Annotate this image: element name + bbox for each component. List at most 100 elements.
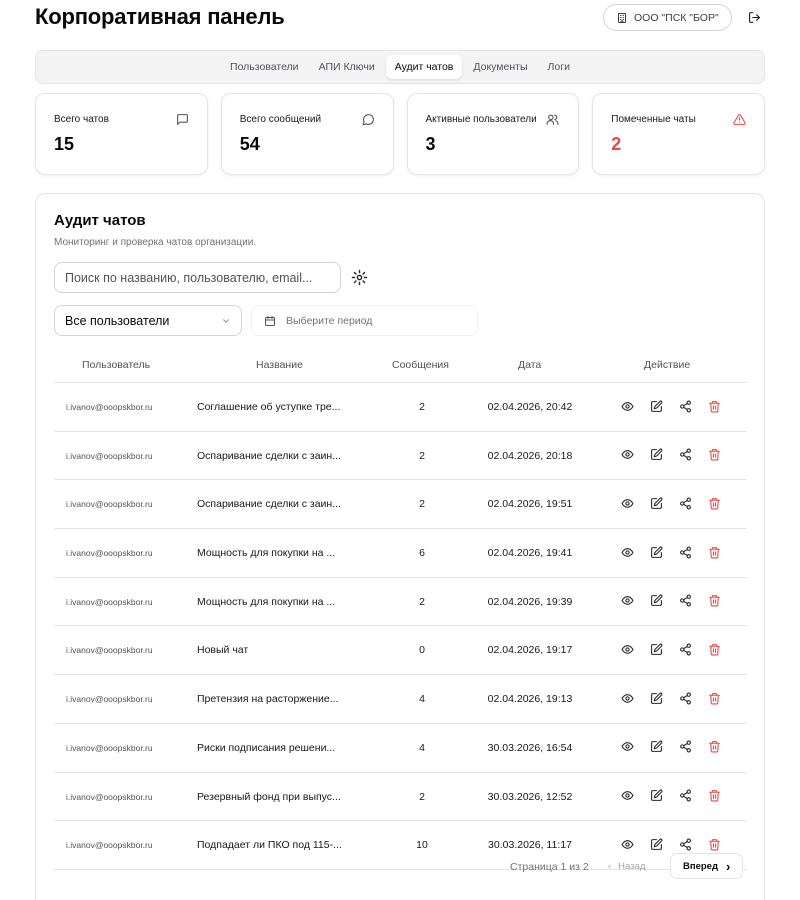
table-row[interactable]: i.ivanov@ooopskbor.ru Риски подписания р… xyxy=(54,724,747,773)
edit-button[interactable] xyxy=(647,787,665,805)
view-button[interactable] xyxy=(618,543,636,561)
delete-button[interactable] xyxy=(705,494,723,512)
table-row[interactable]: i.ivanov@ooopskbor.ru Соглашение об усту… xyxy=(54,383,747,432)
table-row[interactable]: i.ivanov@ooopskbor.ru Новый чат 0 02.04.… xyxy=(54,626,747,676)
row-date: 30.03.2026, 11:17 xyxy=(488,839,572,852)
view-button[interactable] xyxy=(618,592,636,610)
share-icon xyxy=(679,643,691,656)
share-icon xyxy=(679,400,691,412)
eye-icon xyxy=(620,693,634,703)
search-input[interactable] xyxy=(54,262,341,293)
view-button[interactable] xyxy=(618,787,636,805)
edit-button[interactable] xyxy=(647,543,665,561)
eye-icon xyxy=(620,547,634,557)
table-row[interactable]: i.ivanov@ooopskbor.ru Оспаривание сделки… xyxy=(54,432,747,481)
row-chat-name[interactable]: Мощность для покупки на ... xyxy=(197,596,335,608)
row-chat-name[interactable]: Риски подписания решени... xyxy=(197,742,335,754)
next-page-button[interactable]: Вперед › xyxy=(670,853,744,879)
row-chat-name[interactable]: Оспаривание сделки с заин... xyxy=(197,498,341,510)
period-picker[interactable]: Выберите период xyxy=(251,305,478,336)
page-title: Корпоративная панель xyxy=(35,4,285,29)
view-button[interactable] xyxy=(618,640,636,658)
table-row[interactable]: i.ivanov@ooopskbor.ru Претензия на расто… xyxy=(54,675,747,724)
edit-button[interactable] xyxy=(647,835,665,853)
table-row[interactable]: i.ivanov@ooopskbor.ru Мощность для покуп… xyxy=(54,578,747,627)
row-user-email: i.ivanov@ooopskbor.ru xyxy=(66,645,153,656)
column-header-date[interactable]: Дата xyxy=(518,359,541,371)
column-header-user[interactable]: Пользователь xyxy=(82,359,150,371)
edit-button[interactable] xyxy=(647,446,665,464)
chevron-right-icon: › xyxy=(726,858,731,874)
tab-users[interactable]: Пользователи xyxy=(221,55,308,79)
row-message-count: 0 xyxy=(419,644,425,657)
delete-button[interactable] xyxy=(705,592,723,610)
share-icon xyxy=(679,838,691,851)
table-row[interactable]: i.ivanov@ooopskbor.ru Оспаривание сделки… xyxy=(54,480,747,530)
user-filter-select[interactable]: Все пользователи xyxy=(54,305,242,336)
edit-button[interactable] xyxy=(647,738,665,756)
chat-bubble-icon xyxy=(362,114,374,126)
edit-icon xyxy=(650,594,662,607)
table-row[interactable]: i.ivanov@ooopskbor.ru Резервный фонд при… xyxy=(54,773,747,822)
delete-button[interactable] xyxy=(705,446,723,464)
share-button[interactable] xyxy=(676,787,694,805)
org-badge[interactable]: ООО "ПСК "БОР" xyxy=(603,4,732,31)
share-button[interactable] xyxy=(676,689,694,707)
row-date: 02.04.2026, 20:18 xyxy=(487,449,573,462)
edit-button[interactable] xyxy=(647,640,665,658)
row-user-email: i.ivanov@ooopskbor.ru xyxy=(66,694,153,705)
share-button[interactable] xyxy=(676,640,694,658)
share-button[interactable] xyxy=(676,494,694,512)
row-chat-name[interactable]: Оспаривание сделки с заин... xyxy=(197,450,341,462)
view-button[interactable] xyxy=(618,494,636,512)
tab-logs[interactable]: Логи xyxy=(539,55,579,79)
delete-button[interactable] xyxy=(705,543,723,561)
row-chat-name[interactable]: Резервный фонд при выпус... xyxy=(197,791,341,803)
view-button[interactable] xyxy=(618,738,636,756)
table-row[interactable]: i.ivanov@ooopskbor.ru Мощность для покуп… xyxy=(54,529,747,578)
header: Корпоративная панель ООО "ПСК "БОР" xyxy=(35,0,765,36)
tab-documents[interactable]: Документы xyxy=(464,55,536,79)
edit-button[interactable] xyxy=(647,592,665,610)
delete-button[interactable] xyxy=(705,738,723,756)
tab-api-keys[interactable]: АПИ Ключи xyxy=(310,55,384,79)
row-message-count: 2 xyxy=(419,498,425,511)
column-header-name[interactable]: Название xyxy=(256,359,303,371)
view-button[interactable] xyxy=(618,397,636,415)
share-button[interactable] xyxy=(676,446,694,464)
share-button[interactable] xyxy=(676,397,694,415)
delete-button[interactable] xyxy=(705,640,723,658)
share-button[interactable] xyxy=(676,592,694,610)
chat-audit-card: Аудит чатов Мониторинг и проверка чатов … xyxy=(35,193,765,900)
share-button[interactable] xyxy=(676,738,694,756)
delete-button[interactable] xyxy=(705,689,723,707)
eye-icon xyxy=(620,450,634,460)
delete-button[interactable] xyxy=(705,397,723,415)
settings-icon[interactable] xyxy=(351,269,368,286)
edit-icon xyxy=(650,692,662,704)
edit-button[interactable] xyxy=(647,494,665,512)
row-user-email: i.ivanov@ooopskbor.ru xyxy=(66,791,153,802)
view-button[interactable] xyxy=(618,446,636,464)
column-header-messages[interactable]: Сообщения xyxy=(392,359,449,371)
stat-flagged-chats: Помеченные чаты 2 xyxy=(592,93,765,175)
share-button[interactable] xyxy=(676,835,694,853)
row-chat-name[interactable]: Подпадает ли ПКО под 115-... xyxy=(197,839,342,851)
delete-button[interactable] xyxy=(705,835,723,853)
logout-button[interactable] xyxy=(741,4,767,31)
row-date: 02.04.2026, 19:13 xyxy=(487,693,573,706)
prev-page-button[interactable]: ‹ Назад xyxy=(608,861,645,872)
edit-button[interactable] xyxy=(647,689,665,707)
row-chat-name[interactable]: Соглашение об уступке тре... xyxy=(197,401,340,413)
edit-button[interactable] xyxy=(647,397,665,415)
row-chat-name[interactable]: Новый чат xyxy=(197,644,248,656)
view-button[interactable] xyxy=(618,689,636,707)
row-message-count: 2 xyxy=(419,449,425,462)
row-chat-name[interactable]: Мощность для покупки на ... xyxy=(197,547,335,559)
view-button[interactable] xyxy=(618,835,636,853)
section-subtitle: Мониторинг и проверка чатов организации. xyxy=(54,237,257,248)
row-chat-name[interactable]: Претензия на расторжение... xyxy=(197,693,338,705)
delete-button[interactable] xyxy=(705,787,723,805)
share-button[interactable] xyxy=(676,543,694,561)
tab-chat-audit[interactable]: Аудит чатов xyxy=(385,55,463,79)
